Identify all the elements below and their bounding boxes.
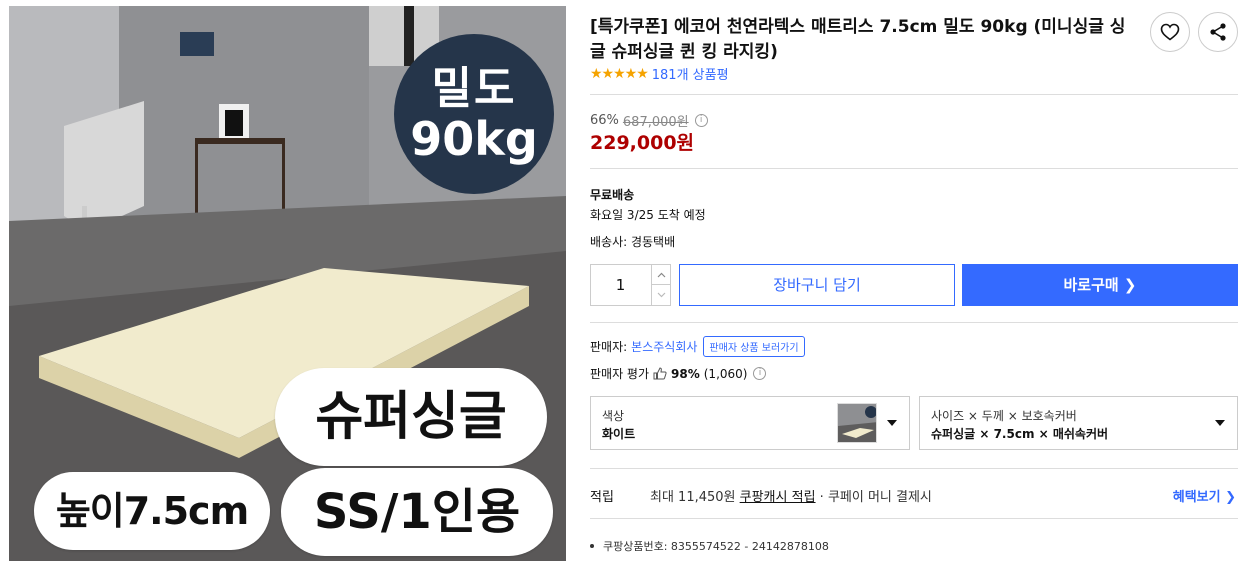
- discount-rate: 66%: [590, 113, 619, 128]
- product-id: 쿠팡상품번호: 8355574522 - 24142878108: [603, 540, 829, 553]
- info-icon[interactable]: i: [753, 367, 767, 380]
- product-title: [특가쿠폰] 에코어 천연라텍스 매트리스 7.5cm 밀도 90kg (미니싱…: [590, 17, 1126, 62]
- chevron-down-icon: [657, 292, 665, 298]
- chevron-up-icon: [657, 272, 665, 277]
- product-id-row: 쿠팡상품번호: 8355574522 - 24142878108: [590, 538, 829, 554]
- info-icon[interactable]: i: [694, 114, 708, 127]
- divider: [590, 518, 1238, 519]
- color-option-select[interactable]: 색상 화이트: [590, 396, 910, 450]
- wishlist-button[interactable]: [1150, 12, 1190, 52]
- coupang-cash-link[interactable]: 쿠팡캐시 적립: [740, 490, 816, 505]
- mattress-thumbnail: [838, 404, 876, 442]
- seller-rating-label: 판매자 평가: [590, 367, 650, 381]
- product-image[interactable]: 밀도 90kg 슈퍼싱글 높이7.5cm SS/1인용: [9, 6, 566, 561]
- type-pill: 슈퍼싱글: [275, 368, 547, 466]
- size-option-label: 사이즈 × 두께 × 보호속커버: [931, 409, 1077, 423]
- share-icon: [1210, 23, 1226, 41]
- reward-suffix: · 쿠페이 머니 결제시: [815, 490, 932, 505]
- seller-label: 판매자:: [590, 340, 628, 354]
- buy-now-button[interactable]: 바로구매 ❯: [962, 264, 1238, 306]
- quantity-stepper[interactable]: 1: [590, 264, 671, 306]
- seller-rating-row: 판매자 평가 98% (1,060) i: [590, 365, 767, 382]
- reward-label: 적립: [590, 490, 614, 505]
- seller-rating-percent: 98%: [671, 366, 700, 381]
- size-option-value: 슈퍼싱글 × 7.5cm × 매쉬속커버: [931, 427, 1109, 441]
- height-pill: 높이7.5cm: [34, 472, 270, 550]
- size-pill: SS/1인용: [281, 468, 553, 556]
- divider: [590, 322, 1238, 323]
- heart-icon: [1160, 23, 1180, 41]
- seller-products-button[interactable]: 판매자 상품 보러가기: [703, 336, 805, 357]
- divider: [590, 168, 1238, 169]
- quantity-input[interactable]: 1: [591, 265, 650, 305]
- density-badge: 밀도 90kg: [394, 34, 554, 194]
- divider: [590, 468, 1238, 469]
- quantity-increase-button[interactable]: [651, 265, 670, 285]
- size-option-select[interactable]: 사이즈 × 두께 × 보호속커버 슈퍼싱글 × 7.5cm × 매쉬속커버: [919, 396, 1238, 450]
- seller-row: 판매자: 본스주식회사 판매자 상품 보러가기: [590, 336, 805, 357]
- seller-rating-count: (1,060): [703, 366, 748, 381]
- reward-description: 최대 11,450원 쿠팡캐시 적립 · 쿠페이 머니 결제시: [650, 486, 932, 505]
- reward-prefix: 최대 11,450원: [650, 490, 740, 505]
- bullet-icon: [590, 544, 594, 548]
- shipping-carrier: 배송사: 경동택배: [590, 235, 676, 249]
- divider: [590, 94, 1238, 95]
- quantity-decrease-button[interactable]: [651, 285, 670, 305]
- product-info-panel: [특가쿠폰] 에코어 천연라텍스 매트리스 7.5cm 밀도 90kg (미니싱…: [590, 0, 1240, 567]
- caret-down-icon: [887, 420, 897, 426]
- review-count-link[interactable]: 181개 상품평: [652, 64, 729, 83]
- caret-down-icon: [1215, 420, 1225, 426]
- color-option-value: 화이트: [602, 427, 636, 441]
- density-badge-value: 90kg: [410, 112, 538, 166]
- share-button[interactable]: [1198, 12, 1238, 52]
- thumbs-up-icon: [653, 367, 667, 380]
- sale-price: 229,000원: [590, 132, 695, 154]
- benefits-button[interactable]: 혜택보기 ❯: [1173, 486, 1236, 505]
- arrival-date: 화요일 3/25 도착 예정: [590, 208, 706, 222]
- add-to-cart-button[interactable]: 장바구니 담기: [679, 264, 955, 306]
- color-option-thumbnail: [837, 403, 877, 443]
- star-rating-icon: ★★★★★: [590, 65, 649, 82]
- seller-name-link[interactable]: 본스주식회사: [631, 338, 697, 355]
- color-option-label: 색상: [602, 409, 625, 423]
- free-shipping-label: 무료배송: [590, 188, 635, 202]
- density-badge-label: 밀도: [431, 63, 517, 114]
- reward-row: 적립 최대 11,450원 쿠팡캐시 적립 · 쿠페이 머니 결제시 혜택보기 …: [590, 486, 1238, 505]
- rating-row[interactable]: ★★★★★ 181개 상품평: [590, 64, 729, 84]
